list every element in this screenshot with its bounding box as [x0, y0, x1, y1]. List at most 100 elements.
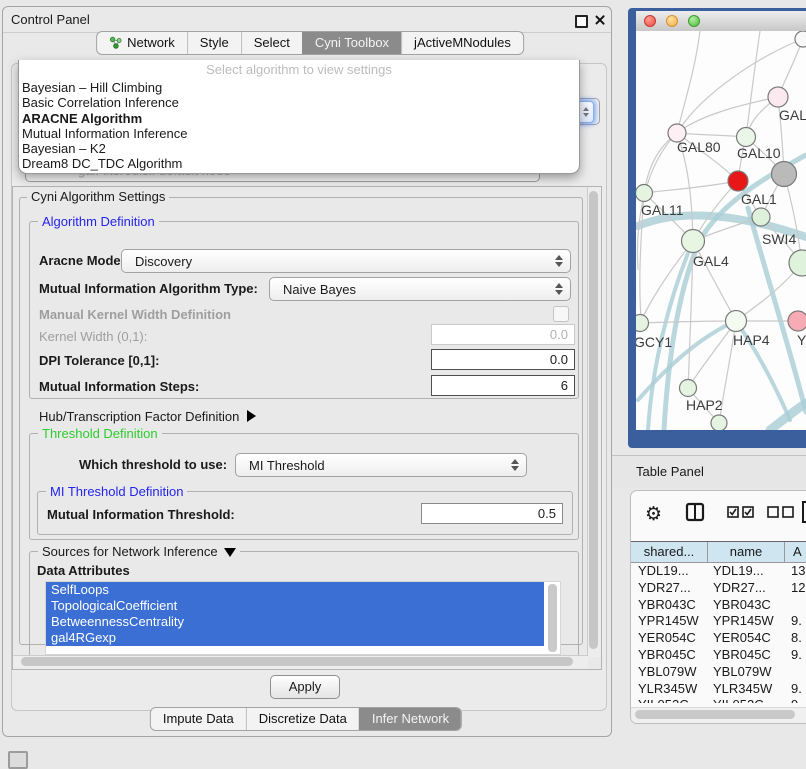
table-cell[interactable]: 9	[785, 697, 806, 703]
column-header-third[interactable]: A	[785, 542, 806, 562]
which-threshold-combo[interactable]: MI Threshold	[235, 453, 527, 477]
table-rows[interactable]: YDL19...YDL19...13YDR27...YDR27...12YBR0…	[631, 563, 806, 703]
table-cell[interactable]: 13	[785, 563, 806, 580]
table-cell[interactable]: 9.	[785, 613, 806, 630]
table-cell[interactable]: YBR043C	[631, 597, 708, 614]
network-node[interactable]	[711, 415, 727, 430]
new-table-icon[interactable]	[801, 500, 806, 527]
table-cell[interactable]: YDL19...	[631, 563, 708, 580]
tab-jactivemnodules[interactable]: jActiveMNodules	[401, 32, 523, 54]
dropdown-item-dream8[interactable]: Dream8 DC_TDC Algorithm	[19, 156, 579, 171]
list-item-topologicalcoefficient[interactable]: TopologicalCoefficient	[46, 598, 544, 614]
tab-impute-data[interactable]: Impute Data	[151, 708, 246, 730]
network-node[interactable]	[795, 31, 806, 47]
table-row[interactable]: YBR043CYBR043C	[631, 597, 806, 614]
table-cell[interactable]: YIL052C	[631, 697, 708, 703]
table-cell[interactable]: 9.	[785, 647, 806, 664]
list-scrollbar[interactable]	[547, 584, 558, 652]
tab-style[interactable]: Style	[187, 32, 241, 54]
manual-kernel-width-checkbox[interactable]	[553, 306, 569, 322]
network-node[interactable]	[789, 250, 806, 276]
network-window-titlebar[interactable]	[636, 11, 806, 32]
network-node-swi4[interactable]	[752, 208, 770, 226]
deselect-all-checkboxes-icon[interactable]	[767, 506, 795, 522]
network-node-gal1[interactable]	[728, 171, 748, 191]
zoom-traffic-light[interactable]	[688, 15, 700, 27]
table-row[interactable]: YBR045CYBR045C9.	[631, 647, 806, 664]
table-row[interactable]: YER054CYER054C8.	[631, 630, 806, 647]
tab-network[interactable]: Network	[97, 32, 187, 54]
select-all-checkboxes-icon[interactable]	[727, 506, 755, 522]
table-row[interactable]: YBL079WYBL079W	[631, 664, 806, 681]
table-cell[interactable]: YPR145W	[631, 613, 708, 630]
table-cell[interactable]: YBR045C	[631, 647, 708, 664]
list-item-gal4rgexp[interactable]: gal4RGexp	[46, 630, 544, 646]
dropdown-item-mutual-information[interactable]: Mutual Information Inference	[19, 126, 579, 141]
table-horizontal-scrollbar[interactable]	[631, 707, 806, 723]
table-cell[interactable]: 9.	[785, 681, 806, 698]
table-cell[interactable]: YLR345W	[631, 681, 708, 698]
network-node-gal4[interactable]	[682, 230, 705, 253]
network-edge[interactable]	[644, 181, 738, 193]
column-header-name[interactable]: name	[708, 542, 785, 562]
close-traffic-light[interactable]	[644, 15, 656, 27]
aracne-mode-combo[interactable]: Discovery	[121, 249, 571, 273]
table-cell[interactable]: YBL079W	[631, 664, 708, 681]
table-cell[interactable]	[785, 664, 806, 681]
close-icon[interactable]	[594, 14, 606, 26]
table-cell[interactable]: YDL19...	[708, 563, 785, 580]
network-node-gal11[interactable]	[636, 185, 653, 202]
list-item-selfloops[interactable]: SelfLoops	[46, 582, 544, 598]
table-cell[interactable]: YBR045C	[708, 647, 785, 664]
table-row[interactable]: YIL052CYIL052C9	[631, 697, 806, 703]
tab-select[interactable]: Select	[241, 32, 302, 54]
table-cell[interactable]: 8.	[785, 630, 806, 647]
mi-steps-field[interactable]: 6	[431, 375, 575, 396]
table-cell[interactable]: YDR27...	[631, 580, 708, 597]
tab-cyni-toolbox[interactable]: Cyni Toolbox	[302, 32, 401, 54]
data-attributes-list[interactable]: SelfLoops TopologicalCoefficient Between…	[45, 581, 561, 655]
mi-type-combo[interactable]: Naive Bayes	[269, 277, 571, 301]
mi-threshold-field[interactable]: 0.5	[421, 503, 563, 524]
network-node-hap2[interactable]	[680, 380, 697, 397]
table-row[interactable]: YDL19...YDL19...13	[631, 563, 806, 580]
network-node-gal10[interactable]	[737, 128, 756, 147]
gear-icon[interactable]: ⚙	[645, 501, 662, 527]
settings-horizontal-scrollbar[interactable]	[13, 655, 588, 669]
table-cell[interactable]: YPR145W	[708, 613, 785, 630]
sources-toggle[interactable]: Sources for Network Inference	[38, 544, 240, 559]
network-edge[interactable]	[688, 321, 736, 388]
table-row[interactable]: YLR345WYLR345W9.	[631, 681, 806, 698]
table-cell[interactable]: YBL079W	[708, 664, 785, 681]
split-columns-icon[interactable]	[685, 502, 705, 525]
tab-discretize-data[interactable]: Discretize Data	[246, 708, 359, 730]
dropdown-item-aracne[interactable]: ARACNE Algorithm	[19, 111, 579, 126]
minimize-traffic-light[interactable]	[666, 15, 678, 27]
column-header-shared-name[interactable]: shared...	[631, 542, 708, 562]
network-node-y[interactable]	[788, 311, 806, 331]
network-node-gcy1[interactable]	[636, 315, 649, 332]
network-edge[interactable]	[644, 133, 677, 193]
table-cell[interactable]: YDR27...	[708, 580, 785, 597]
network-canvas[interactable]: GALGAL80GAL10GAL1GAL11SWI4GAL4GCY1HAP4YH…	[636, 31, 806, 430]
apply-button[interactable]: Apply	[270, 675, 340, 699]
table-cell[interactable]: YBR043C	[708, 597, 785, 614]
kernel-width-field[interactable]: 0.0	[431, 324, 575, 345]
dpi-tolerance-field[interactable]: 0.0	[431, 349, 575, 370]
dropdown-item-basic-correlation[interactable]: Basic Correlation Inference	[19, 95, 579, 110]
table-row[interactable]: YDR27...YDR27...12	[631, 580, 806, 597]
network-node[interactable]	[772, 162, 797, 187]
list-item-betweennesscentrality[interactable]: BetweennessCentrality	[46, 614, 544, 630]
float-window-icon[interactable]	[575, 15, 588, 28]
network-node-gal[interactable]	[768, 87, 788, 107]
network-edge[interactable]	[640, 321, 736, 323]
network-node-hap4[interactable]	[726, 311, 747, 332]
dropdown-item-bayesian-k2[interactable]: Bayesian – K2	[19, 141, 579, 156]
network-edge[interactable]	[677, 97, 778, 133]
table-cell[interactable]: YER054C	[708, 630, 785, 647]
table-row[interactable]: YPR145WYPR145W9.	[631, 613, 806, 630]
table-cell[interactable]: YLR345W	[708, 681, 785, 698]
hub-definition-toggle[interactable]: Hub/Transcription Factor Definition	[39, 409, 256, 424]
table-cell[interactable]: 12	[785, 580, 806, 597]
network-edge[interactable]	[677, 133, 746, 137]
